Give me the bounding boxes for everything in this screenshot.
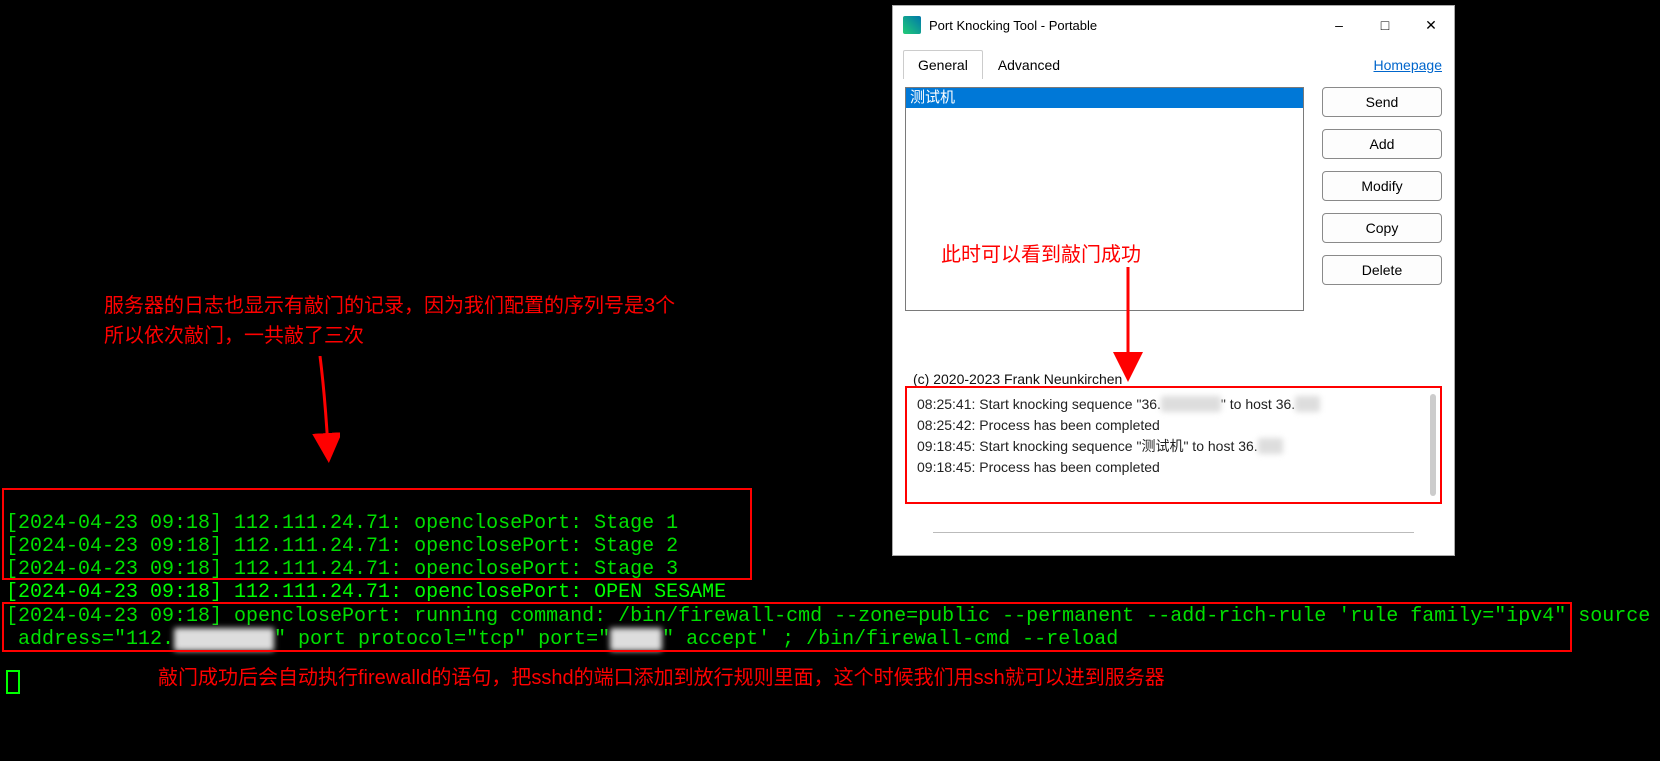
redacted-host-2: xxx xyxy=(1258,438,1283,454)
redacted-host-1: xxx xyxy=(1295,396,1320,412)
host-listbox[interactable]: 测试机 xyxy=(905,87,1304,311)
delete-button[interactable]: Delete xyxy=(1322,255,1442,285)
homepage-link[interactable]: Homepage xyxy=(1372,51,1445,79)
copyright-text: (c) 2020-2023 Frank Neunkirchen xyxy=(913,371,1122,387)
dialog-divider xyxy=(933,532,1414,533)
terminal-cursor xyxy=(6,670,20,694)
close-button[interactable]: ✕ xyxy=(1408,6,1454,44)
highlight-box-stages xyxy=(2,488,752,580)
annotation-knock-ok: 此时可以看到敲门成功 xyxy=(941,238,1141,267)
host-list-item[interactable]: 测试机 xyxy=(906,88,1303,108)
title-bar[interactable]: Port Knocking Tool - Portable – □ ✕ xyxy=(893,6,1454,44)
tool-log-line-3: 09:18:45: Start knocking sequence "测试机" … xyxy=(917,436,1430,457)
log-scrollbar[interactable] xyxy=(1430,394,1436,496)
tab-advanced[interactable]: Advanced xyxy=(983,50,1075,79)
redacted-seq-name: xxxxxxxx xyxy=(1161,396,1221,412)
log-line-open-sesame: [2024-04-23 09:18] 112.111.24.71: opencl… xyxy=(6,581,726,604)
maximize-button[interactable]: □ xyxy=(1362,6,1408,44)
copy-button[interactable]: Copy xyxy=(1322,213,1442,243)
tool-log-panel: 08:25:41: Start knocking sequence "36.xx… xyxy=(905,386,1442,504)
arrow-down-to-log xyxy=(270,356,340,464)
port-knocking-dialog: Port Knocking Tool - Portable – □ ✕ Gene… xyxy=(892,5,1455,556)
tool-log-line-2: 08:25:42: Process has been completed xyxy=(917,415,1430,436)
annotation-success-note: 敲门成功后会自动执行firewalld的语句，把sshd的端口添加到放行规则里面… xyxy=(158,663,1165,693)
tab-strip: General Advanced Homepage xyxy=(893,44,1454,79)
window-title: Port Knocking Tool - Portable xyxy=(929,18,1316,33)
modify-button[interactable]: Modify xyxy=(1322,171,1442,201)
add-button[interactable]: Add xyxy=(1322,129,1442,159)
send-button[interactable]: Send xyxy=(1322,87,1442,117)
tool-log-line-4: 09:18:45: Process has been completed xyxy=(917,457,1430,478)
annotation-server-log-line1: 服务器的日志也显示有敲门的记录，因为我们配置的序列号是3个 xyxy=(104,291,675,321)
tool-log-line-1: 08:25:41: Start knocking sequence "36.xx… xyxy=(917,394,1430,415)
annotation-server-log-line2: 所以依次敲门，一共敲了三次 xyxy=(104,321,675,351)
app-icon xyxy=(903,16,921,34)
highlight-box-command xyxy=(2,602,1572,652)
tab-general[interactable]: General xyxy=(903,50,983,79)
minimize-button[interactable]: – xyxy=(1316,6,1362,44)
